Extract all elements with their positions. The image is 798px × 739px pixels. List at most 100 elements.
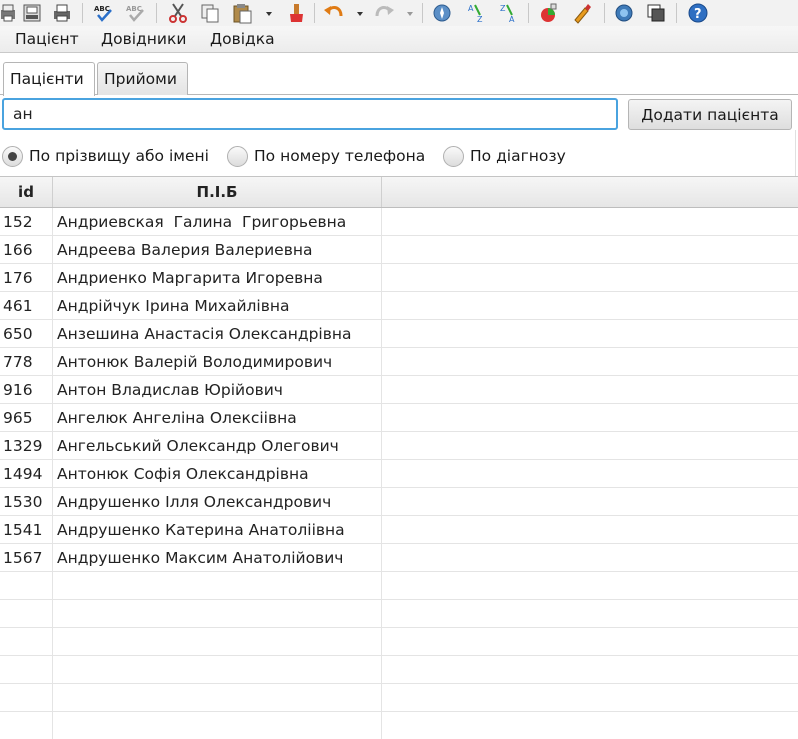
radio-by-phone-label: По номеру телефона	[254, 147, 426, 165]
table-row[interactable]: 152 Андриевская Галина Григорьевна	[0, 208, 798, 236]
cell-empty	[382, 460, 798, 487]
table-row[interactable]: 1530 Андрушенко Ілля Олександрович	[0, 488, 798, 516]
cell-id	[0, 600, 53, 627]
cell-name: Ангельський Олександр Олегович	[53, 432, 382, 459]
empty-table-row	[0, 572, 798, 600]
table-row[interactable]: 1329 Ангельський Олександр Олегович	[0, 432, 798, 460]
autospellcheck-icon[interactable]: ABC	[124, 2, 148, 24]
cell-id: 778	[0, 348, 53, 375]
radio-by-name-label: По прізвищу або імені	[29, 147, 209, 165]
clone-formatting-icon[interactable]	[284, 2, 308, 24]
printer-icon[interactable]	[50, 2, 74, 24]
svg-text:?: ?	[694, 7, 702, 22]
redo-dropdown-icon[interactable]	[405, 2, 415, 24]
table-row[interactable]: 461 Андрійчук Ірина Михайлівна	[0, 292, 798, 320]
cell-id: 916	[0, 376, 53, 403]
radio-button[interactable]	[443, 145, 464, 167]
table-row[interactable]: 778 Антонюк Валерій Володимирович	[0, 348, 798, 376]
cell-id: 1541	[0, 516, 53, 543]
cell-empty	[382, 292, 798, 319]
radio-button[interactable]	[227, 145, 248, 167]
paste-dropdown-icon[interactable]	[264, 2, 274, 24]
cell-id: 965	[0, 404, 53, 431]
undo-icon[interactable]	[322, 2, 346, 24]
cell-name: Андрушенко Максим Анатолійович	[53, 544, 382, 571]
cell-empty	[382, 684, 798, 711]
table-row[interactable]: 166 Андреева Валерия Валериевна	[0, 236, 798, 264]
menu-help[interactable]: Довідка	[210, 30, 275, 48]
gallery-icon[interactable]	[612, 2, 636, 24]
draw-functions-icon[interactable]	[570, 2, 594, 24]
cell-empty	[382, 432, 798, 459]
cell-name: Андрійчук Ірина Михайлівна	[53, 292, 382, 319]
table-row[interactable]: 1494 Антонюк Софія Олександрівна	[0, 460, 798, 488]
table-row[interactable]: 965 Ангелюк Ангеліна Олексіівна	[0, 404, 798, 432]
empty-table-row	[0, 628, 798, 656]
panel-divider	[795, 130, 796, 176]
cell-id: 1494	[0, 460, 53, 487]
cell-id: 176	[0, 264, 53, 291]
column-header-id[interactable]: id	[0, 177, 53, 207]
cut-icon[interactable]	[166, 2, 190, 24]
menu-bar: Пацієнт Довідники Довідка	[0, 26, 798, 53]
svg-text:A: A	[468, 4, 474, 13]
cell-name: Антон Владислав Юрійович	[53, 376, 382, 403]
radio-button-selected[interactable]	[2, 145, 23, 167]
cell-empty	[382, 712, 798, 739]
empty-table-row	[0, 656, 798, 684]
table-row[interactable]: 916 Антон Владислав Юрійович	[0, 376, 798, 404]
sort-ascending-icon[interactable]: AZ	[464, 2, 488, 24]
cell-empty	[382, 208, 798, 235]
cell-id: 1329	[0, 432, 53, 459]
cell-empty	[382, 264, 798, 291]
cell-empty	[382, 628, 798, 655]
navigator-icon[interactable]	[430, 2, 454, 24]
cell-id: 1530	[0, 488, 53, 515]
cell-id: 1567	[0, 544, 53, 571]
printer-preview-icon[interactable]	[0, 2, 20, 24]
copy-icon[interactable]	[198, 2, 222, 24]
cell-name	[53, 600, 382, 627]
search-input[interactable]	[2, 98, 618, 130]
tab-patients-label: Пацієнти	[10, 70, 84, 88]
table-row[interactable]: 176 Андриенко Маргарита Игоревна	[0, 264, 798, 292]
patients-table: id П.І.Б 152 Андриевская Галина Григорьев…	[0, 176, 798, 739]
redo-icon[interactable]	[372, 2, 396, 24]
table-row[interactable]: 650 Анзешина Анастасія Олександрівна	[0, 320, 798, 348]
menu-references[interactable]: Довідники	[101, 30, 186, 48]
cell-name	[53, 684, 382, 711]
cell-empty	[382, 516, 798, 543]
cell-name: Андриевская Галина Григорьевна	[53, 208, 382, 235]
printer-icon[interactable]	[20, 2, 44, 24]
undo-dropdown-icon[interactable]	[355, 2, 365, 24]
cell-name	[53, 712, 382, 739]
sort-descending-icon[interactable]: ZA	[496, 2, 520, 24]
tab-strip: Пацієнти Прийоми	[0, 54, 798, 96]
chart-icon[interactable]	[536, 2, 560, 24]
cell-id: 650	[0, 320, 53, 347]
radio-by-name[interactable]: По прізвищу або імені	[2, 145, 209, 167]
cell-name	[53, 628, 382, 655]
cell-name: Андреева Валерия Валериевна	[53, 236, 382, 263]
cell-name: Андрушенко Катерина Анатоліівна	[53, 516, 382, 543]
table-row[interactable]: 1541 Андрушенко Катерина Анатоліівна	[0, 516, 798, 544]
spellcheck-icon[interactable]: ABC	[92, 2, 116, 24]
tab-patients[interactable]: Пацієнти	[3, 62, 95, 96]
cell-empty	[382, 656, 798, 683]
svg-text:A: A	[509, 15, 515, 24]
empty-table-row	[0, 600, 798, 628]
radio-by-phone[interactable]: По номеру телефона	[227, 145, 425, 167]
data-sources-icon[interactable]	[644, 2, 668, 24]
cell-name	[53, 656, 382, 683]
table-row[interactable]: 1567 Андрушенко Максим Анатолійович	[0, 544, 798, 572]
tab-appointments[interactable]: Прийоми	[97, 62, 188, 95]
help-icon[interactable]: ?	[686, 2, 710, 24]
cell-empty	[382, 404, 798, 431]
cell-name: Анзешина Анастасія Олександрівна	[53, 320, 382, 347]
radio-by-diagnosis[interactable]: По діагнозу	[443, 145, 566, 167]
cell-name: Андрушенко Ілля Олександрович	[53, 488, 382, 515]
add-patient-button[interactable]: Додати пацієнта	[628, 99, 792, 130]
menu-patient[interactable]: Пацієнт	[15, 30, 79, 48]
paste-icon[interactable]	[230, 2, 254, 24]
column-header-name[interactable]: П.І.Б	[53, 177, 382, 207]
